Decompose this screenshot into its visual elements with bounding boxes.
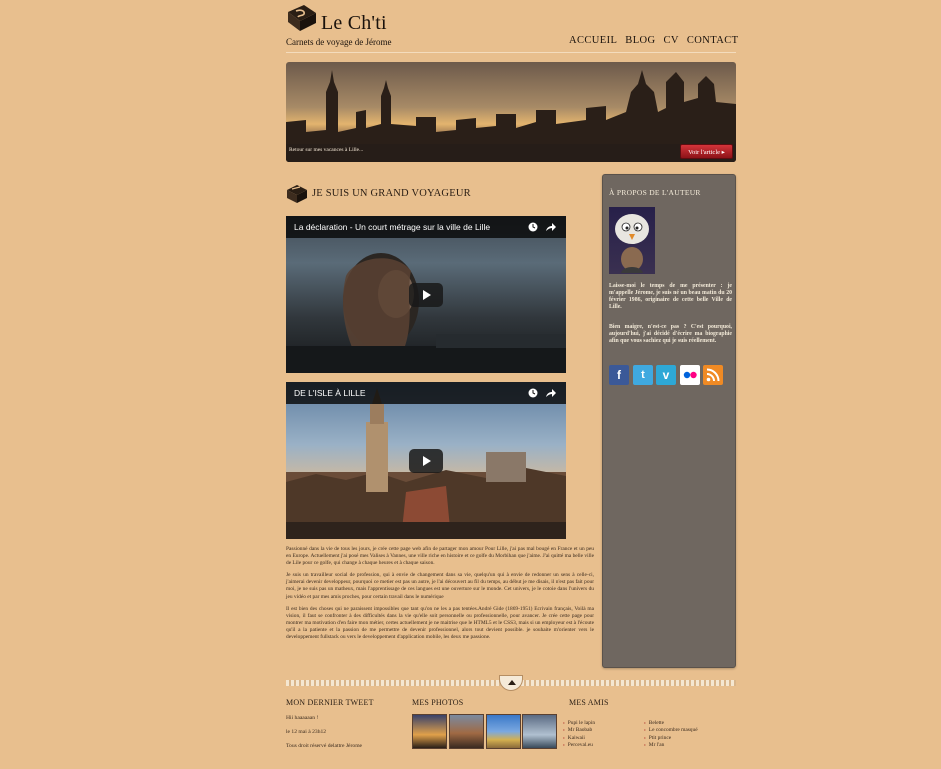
tweet-date: le 12 mai à 23h12	[286, 729, 327, 735]
article-paragraph: Il est bien des choses qui ne paraissent…	[286, 605, 594, 641]
video-player-isle-lille[interactable]: DE L'ISLE À LILLE	[286, 382, 566, 539]
copyright-text: Tous droit réservé delattre Jérome	[286, 743, 363, 749]
tweet-text: Hii haaaaaan !	[286, 715, 319, 721]
photo-thumbnail[interactable]	[486, 714, 521, 749]
vimeo-icon[interactable]: v	[656, 365, 676, 385]
hero-caption[interactable]: Retour sur mes vacances à Lille...	[289, 147, 363, 153]
nav-item-cv[interactable]: CV	[663, 35, 678, 46]
site-tagline: Carnets de voyage de Jérome	[286, 37, 392, 47]
site-title[interactable]: Le Ch'ti	[321, 12, 387, 35]
section-book-icon	[287, 185, 307, 203]
photo-thumbnail[interactable]	[449, 714, 484, 749]
watch-later-icon[interactable]	[528, 222, 538, 232]
facebook-icon[interactable]: f	[609, 365, 629, 385]
avatar-image	[615, 214, 649, 273]
read-article-button[interactable]: Voir l'article ▸	[680, 144, 733, 159]
video-title[interactable]: DE L'ISLE À LILLE	[294, 388, 366, 398]
nav-item-blog[interactable]: BLOG	[625, 35, 655, 46]
sidebar-title: À PROPOS DE L'AUTEUR	[609, 188, 701, 197]
author-sidebar: À PROPOS DE L'AUTEUR Laisse-moi le temps…	[602, 174, 736, 668]
author-bio-more: Bien maigre, n'est-ce pas ? C'est pourqu…	[609, 324, 732, 344]
article-paragraph: Passionné dans la vie de tous les jours,…	[286, 546, 594, 567]
photo-thumbnail[interactable]	[522, 714, 557, 749]
play-button[interactable]	[409, 449, 443, 473]
friend-link[interactable]: Pupi le lapin	[563, 720, 595, 726]
friend-link[interactable]: Perceval.eu	[563, 742, 593, 748]
video-player-declaration[interactable]: La déclaration - Un court métrage sur la…	[286, 216, 566, 373]
video-title[interactable]: La déclaration - Un court métrage sur la…	[294, 222, 490, 232]
friend-link[interactable]: Ptit prince	[644, 735, 671, 741]
friends-heading: MES AMIS	[569, 698, 609, 707]
video-title-bar: La déclaration - Un court métrage sur la…	[286, 216, 566, 238]
article-body: Passionné dans la vie de tous les jours,…	[286, 546, 594, 646]
article-paragraph: Je suis un travailleur social de profess…	[286, 572, 594, 600]
friend-link[interactable]: Mr Baobab	[563, 727, 592, 733]
back-to-top-button[interactable]	[499, 675, 523, 691]
tweet-heading: MON DERNIER TWEET	[286, 698, 374, 707]
section-title: JE SUIS UN GRAND VOYAGEUR	[312, 188, 471, 199]
main-nav: ACCUEIL BLOG CV CONTACT	[569, 35, 738, 46]
author-avatar	[609, 207, 655, 274]
share-icon[interactable]	[545, 388, 556, 398]
photo-thumbnail[interactable]	[412, 714, 447, 749]
friend-link[interactable]: Belette	[644, 720, 664, 726]
photos-heading: MES PHOTOS	[412, 698, 464, 707]
friend-link[interactable]: Kaiwaii	[563, 735, 585, 741]
nav-item-accueil[interactable]: ACCUEIL	[569, 35, 617, 46]
share-icon[interactable]	[545, 222, 556, 232]
header-divider	[286, 52, 736, 53]
twitter-icon[interactable]: t	[633, 365, 653, 385]
flickr-icon[interactable]	[680, 365, 700, 385]
friend-link[interactable]: Le concombre masqué	[644, 727, 698, 733]
rss-icon[interactable]	[703, 365, 723, 385]
friend-link[interactable]: Mr l'an	[644, 742, 665, 748]
nav-item-contact[interactable]: CONTACT	[687, 35, 739, 46]
author-bio-intro: Laisse-moi le temps de me présenter : je…	[609, 283, 732, 310]
watch-later-icon[interactable]	[528, 388, 538, 398]
play-button[interactable]	[409, 283, 443, 307]
site-logo-icon[interactable]	[286, 3, 318, 33]
hero-banner: Retour sur mes vacances à Lille...	[286, 62, 736, 162]
video-title-bar: DE L'ISLE À LILLE	[286, 382, 566, 404]
